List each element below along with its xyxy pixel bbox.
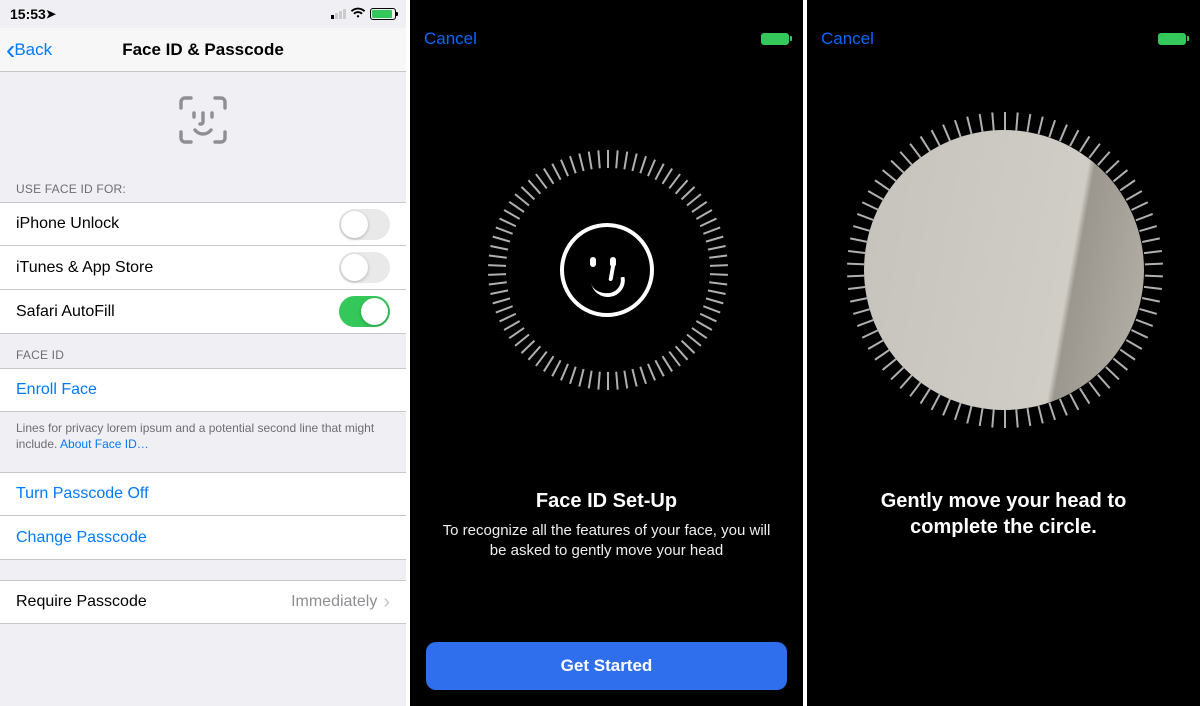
battery-icon [1158,33,1186,45]
turn-passcode-off-label: Turn Passcode Off [16,485,149,503]
toggle-switch[interactable] [339,296,390,327]
setup-body: To recognize all the features of your fa… [410,513,803,562]
setup-scan-screen: Cancel Gently move your head to complete… [807,0,1200,706]
change-passcode-button[interactable]: Change Passcode [0,516,406,560]
status-bar: 15:53 ➤ [0,0,406,28]
face-outline-icon [560,223,654,317]
faceid-icon [177,94,229,146]
wifi-icon [350,6,366,22]
toggle-row-2: Safari AutoFill [0,290,406,334]
status-time: 15:53 [10,6,46,22]
toggle-switch[interactable] [339,252,390,283]
toggle-label: iPhone Unlock [16,215,119,233]
enroll-face-button[interactable]: Enroll Face [0,368,406,412]
faceid-footer: Lines for privacy lorem ipsum and a pote… [0,412,406,466]
toggle-switch[interactable] [339,209,390,240]
location-icon: ➤ [46,7,56,21]
change-passcode-label: Change Passcode [16,529,147,547]
section-header-use-for: USE FACE ID FOR: [0,168,406,202]
require-passcode-label: Require Passcode [16,593,147,611]
setup-intro-screen: Cancel Face ID Set-Up To recognize all t… [410,0,803,706]
chevron-right-icon: › [383,591,390,614]
page-title: Face ID & Passcode [0,40,406,60]
toggle-label: iTunes & App Store [16,259,153,277]
require-passcode-value: Immediately [291,593,377,611]
faceid-hero [0,72,406,168]
cell-signal-icon [331,9,346,19]
require-passcode-row[interactable]: Require Passcode Immediately › [0,580,406,624]
toggle-row-0: iPhone Unlock [0,202,406,246]
cancel-button[interactable]: Cancel [424,29,477,49]
battery-icon [370,8,396,20]
section-header-faceid: FACE ID [0,334,406,368]
toggle-label: Safari AutoFill [16,303,115,321]
cancel-button[interactable]: Cancel [821,29,874,49]
settings-screen: 15:53 ➤ ‹ Back Face ID & Passcode [0,0,406,706]
get-started-button[interactable]: Get Started [426,642,787,690]
navbar: ‹ Back Face ID & Passcode [0,28,406,72]
scan-instruction: Gently move your head to complete the ci… [807,460,1200,540]
setup-title: Face ID Set-Up [410,490,803,513]
turn-passcode-off-button[interactable]: Turn Passcode Off [0,472,406,516]
battery-icon [761,33,789,45]
enroll-face-label: Enroll Face [16,381,97,399]
about-faceid-link[interactable]: About Face ID… [60,437,149,451]
progress-ring [828,94,1180,446]
toggle-row-1: iTunes & App Store [0,246,406,290]
